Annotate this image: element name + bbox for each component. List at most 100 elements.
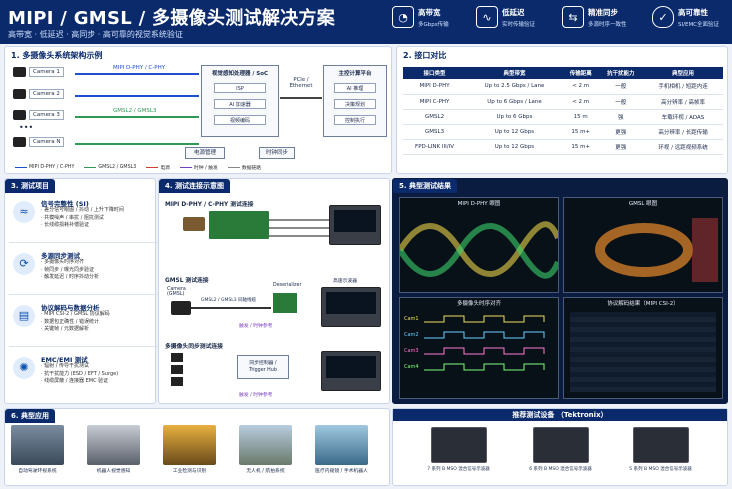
- host-box: 主控计算平台 AI 推理 决策规划 控制执行: [323, 65, 387, 137]
- cam2-label: Cam2: [404, 332, 419, 338]
- page-subtitle: 高带宽 · 低延迟 · 高同步 · 高可靠的视觉系统验证: [8, 30, 183, 39]
- feature-bandwidth: ◔ 高带宽 多Gbps传输: [392, 6, 449, 28]
- app-label: 自动驾驶环视系统: [18, 469, 57, 474]
- interface-compare-panel: 2. 接口对比 接口类型 典型带宽 传输距离 抗干扰能力 典型应用 MIPI D…: [396, 46, 728, 174]
- feature-latency: ∿ 低延迟 实时传输验证: [476, 6, 535, 28]
- soc-box: 视觉感知处理器 / SoC ISP AI 加速器 视频编码: [201, 65, 279, 137]
- ai-inference-block: AI 推理: [334, 83, 376, 93]
- multicam-timing-shot: 多摄像头时序对齐 Cam1 Cam2 Cam3 Cam4: [399, 297, 559, 399]
- app-label: 工业检测与识别: [172, 469, 207, 474]
- tests-title: 3. 测试项目: [5, 179, 55, 193]
- col-header: 抗干扰能力: [598, 67, 644, 79]
- col-header: 典型应用: [643, 67, 723, 79]
- camera-icon: [171, 377, 183, 386]
- oscilloscope-icon: [329, 205, 381, 245]
- test-items-panel: 3. 测试项目 ≈ 信号完整性 (SI) · 差分信号眼图 / 抖动 / 上升下降时…: [4, 178, 159, 404]
- speedometer-icon: ◔: [392, 6, 414, 28]
- cam3-label: Cam3: [404, 348, 419, 354]
- emc-icon: ✺: [13, 357, 35, 379]
- setup-title: 4. 测试连接示意图: [159, 179, 230, 193]
- hs-scope-label: 高速示波器: [333, 279, 357, 284]
- oscilloscope-icon: [321, 287, 381, 327]
- test-item-si: ≈ 信号完整性 (SI) · 差分信号眼图 / 抖动 / 上升下降时间 · 共模噪声 …: [9, 195, 159, 243]
- eye-diagram-icon: ≈: [13, 201, 35, 223]
- trigger-ref-label: 触发 / 时钟参考: [239, 324, 273, 329]
- trigger-hub-box: 同步控制器 / Trigger Hub: [237, 355, 289, 379]
- table-row: GMSL3 Up to 12 Gbps 15 m+ 更强 高分辨率 / 长距传输: [403, 124, 723, 140]
- gmsl-link-label: GMSL2 / GMSL3: [113, 108, 157, 114]
- test-setup-panel: 4. 测试连接示意图 MIPI D-PHY / C-PHY 测试连接 GMSL …: [158, 178, 390, 404]
- camera-icon: [171, 365, 183, 374]
- cam1-label: Cam1: [404, 316, 419, 322]
- clock-sync-box: 时钟同步: [259, 147, 295, 159]
- scope-5-series-image: [633, 427, 689, 463]
- architecture-panel: 1. 多摄像头系统架构示例 Camera 1 Camera 2 Camera 3…: [4, 46, 392, 174]
- apps-title: 6. 典型应用: [5, 409, 55, 423]
- scope-label: 7 系列 B MSO 混合信号示波器: [427, 467, 490, 472]
- video-encoder-block: 视频编码: [214, 115, 266, 125]
- mipi-eye-diagram: MIPI D-PHY 眼图: [399, 197, 559, 293]
- scope-7-series-image: [431, 427, 487, 463]
- coax-cable-label: GMSL2 / GMSL3 同轴线缆: [201, 298, 256, 303]
- equipment-title: 推荐测试设备 （Tektronix）: [393, 409, 727, 421]
- document-icon: ▤: [13, 305, 35, 327]
- architecture-title: 1. 多摄像头系统架构示例: [11, 51, 103, 60]
- app-image-industrial: [163, 425, 216, 465]
- feature-reliability: ✓ 高可靠性 SI/EMC全面验证: [652, 6, 719, 28]
- pcie-label: PCIe / Ethernet: [289, 77, 313, 89]
- camera-2: Camera 2: [13, 89, 64, 99]
- gmsl-camera-label: Camera (GMSL): [167, 287, 186, 297]
- col-header: 传输距离: [562, 67, 599, 79]
- test-item-sync: ⟳ 多源同步测试 · 多摄像头时序对齐 · 帧同步 / 曝光同步验证 · 触发延迟 / …: [9, 247, 159, 295]
- protocol-decode-shot: 协议解码结果（MIPI CSI-2）: [563, 297, 723, 399]
- mipi-link-line: [75, 73, 199, 75]
- page-title: MIPI / GMSL / 多摄像头测试解决方案: [8, 8, 336, 29]
- header-banner: MIPI / GMSL / 多摄像头测试解决方案 高带宽 · 低延迟 · 高同步…: [0, 0, 732, 44]
- gmsl-link-line: [75, 116, 199, 118]
- mipi-link-line: [75, 95, 199, 97]
- shield-icon: ✓: [652, 6, 674, 28]
- multicam-setup-title: 多摄像头同步测试连接: [165, 344, 223, 350]
- pcie-arrow: [280, 97, 322, 99]
- sync-icon: ⟳: [13, 253, 35, 275]
- app-label: 无人机 / 航拍系统: [246, 469, 285, 474]
- cam4-label: Cam4: [404, 364, 419, 370]
- test-item-protocol: ▤ 协议解码与数据分析 · MIPI CSI-2 / GMSL 协议解码 · 数据包正…: [9, 299, 159, 347]
- app-image-robot: [87, 425, 140, 465]
- camera-module-icon: [183, 217, 205, 231]
- camera-icon: [13, 137, 26, 147]
- test-item-emc: ✺ EMC/EMI 测试 · 辐射 / 传导干扰测试 · 抗干扰能力 (ESD / E…: [9, 351, 159, 399]
- camera-n: Camera N: [13, 137, 65, 147]
- camera-icon: [13, 89, 26, 99]
- table-row: MIPI C-PHY Up to 6 Gbps / Lane < 2 m 一般 高分辨率…: [403, 94, 723, 110]
- gmsl-setup-title: GMSL 测试连接: [165, 278, 209, 284]
- results-panel: 5. 典型测试结果 MIPI D-PHY 眼图 GMSL 眼图 多摄像头时序对齐…: [392, 178, 728, 404]
- equipment-panel: 推荐测试设备 （Tektronix） 7 系列 B MSO 混合信号示波器 6 …: [392, 408, 728, 486]
- power-management-box: 电源管理: [185, 147, 225, 159]
- table-row: FPD-LINK III/IV Up to 12 Gbps 15 m+ 更强 环视 / …: [403, 139, 723, 155]
- scope-label: 6 系列 B MSO 混合信号示波器: [529, 467, 592, 472]
- app-label: 机器人视觉感知: [96, 469, 131, 474]
- planning-block: 决策规划: [334, 99, 376, 109]
- sync-icon: ⇆: [562, 6, 584, 28]
- coax-cable: [191, 307, 271, 309]
- camera-icon: [171, 353, 183, 362]
- test-fixture-board: [209, 211, 269, 239]
- compare-title: 2. 接口对比: [403, 51, 447, 60]
- camera-icon: [13, 67, 26, 77]
- oscilloscope-icon: [321, 351, 381, 391]
- camera-3: Camera 3: [13, 110, 64, 120]
- app-label: 医疗内窥镜 / 手术机器人: [315, 469, 368, 474]
- mipi-link-label: MIPI D-PHY / C-PHY: [113, 65, 166, 71]
- ai-accelerator-block: AI 加速器: [214, 99, 266, 109]
- deserializer-label: Deserializer: [273, 283, 302, 288]
- mipi-setup-title: MIPI D-PHY / C-PHY 测试连接: [165, 202, 254, 208]
- gmsl-link-line: [75, 143, 199, 145]
- compare-table: 接口类型 典型带宽 传输距离 抗干扰能力 典型应用 MIPI D-PHY Up t…: [403, 67, 723, 155]
- gmsl-eye-diagram: GMSL 眼图: [563, 197, 723, 293]
- app-image-autonomous: [11, 425, 64, 465]
- table-row: MIPI D-PHY Up to 2.5 Gbps / Lane < 2 m 一般 手机…: [403, 79, 723, 95]
- trigger-ref-label: 触发 / 时钟参考: [239, 393, 273, 398]
- scope-label: 5 系列 B MSO 混合信号示波器: [629, 467, 692, 472]
- feature-sync: ⇆ 精准同步 多源时序一致性: [562, 6, 627, 28]
